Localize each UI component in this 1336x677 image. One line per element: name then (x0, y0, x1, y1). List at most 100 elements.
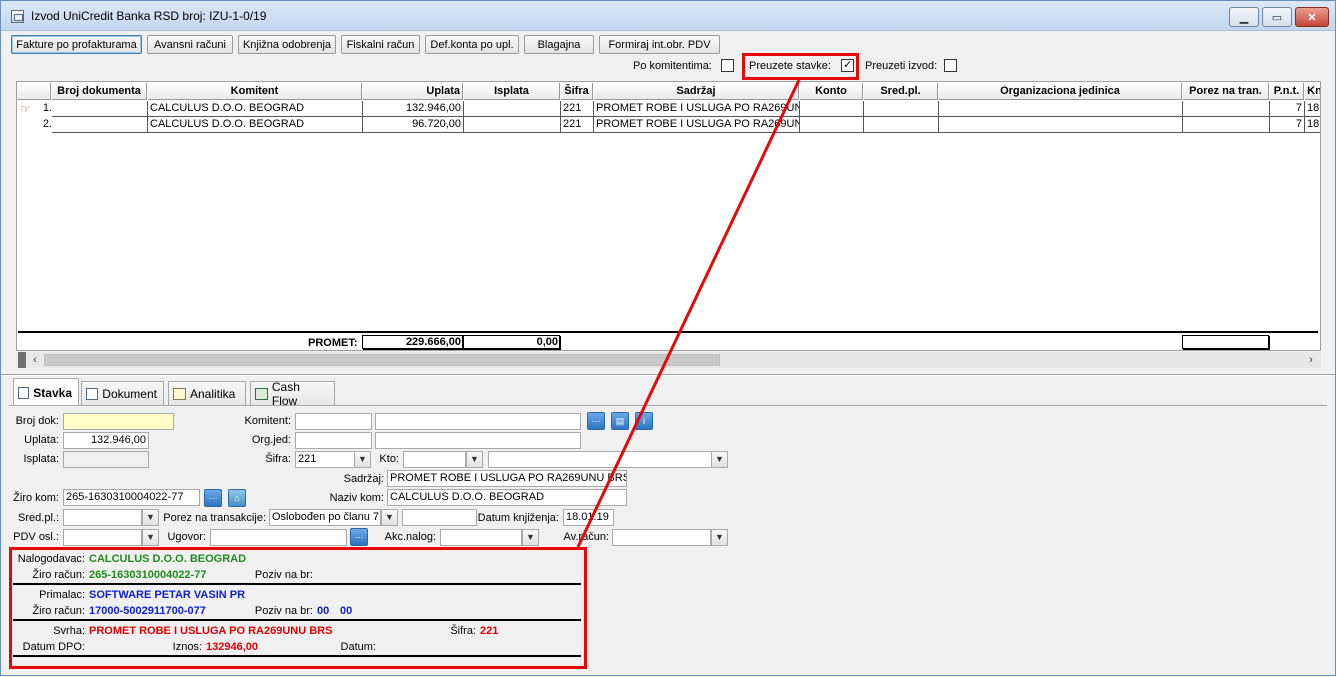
tab-cash-flow[interactable]: Cash Flow (250, 380, 335, 408)
chevron-down-icon[interactable]: ▼ (142, 509, 159, 526)
col-header-porez-na-tran[interactable]: Porez na tran. (1183, 83, 1269, 100)
komitent-code-input[interactable] (295, 413, 372, 430)
broj-dok-label: Broj dok: (15, 415, 59, 427)
cell-broj[interactable] (52, 101, 148, 117)
preuzeti-izvod-checkbox[interactable] (944, 59, 957, 72)
ugovor-lookup-icon[interactable]: ⋯ (350, 528, 368, 546)
cell-org-jed[interactable] (939, 101, 1183, 117)
knjizna-odobrenja-button[interactable]: Knjižna odobrenja (238, 35, 336, 54)
col-header-sred-pl[interactable]: Sred.pl. (864, 83, 938, 100)
cell-komitent[interactable]: CALCULUS D.O.O. BEOGRAD (148, 117, 363, 133)
def-konta-button[interactable]: Def.konta po upl. (425, 35, 519, 54)
cell-broj[interactable] (52, 117, 148, 133)
cell-isplata[interactable] (464, 101, 561, 117)
cell-porez[interactable] (1183, 117, 1270, 133)
splitter[interactable] (1, 374, 1335, 376)
cell-sred-pl[interactable] (864, 101, 939, 117)
sadrzaj-label: Sadržaj: (343, 473, 384, 485)
tab-stavka[interactable]: Stavka (13, 378, 79, 406)
sifra-select[interactable]: 221 (295, 451, 355, 468)
cell-uplata[interactable]: 96.720,00 (363, 117, 464, 133)
porez-extra-input[interactable] (402, 509, 477, 526)
komitent-info-icon[interactable]: i (635, 412, 653, 430)
sifra-label: Šifra: (265, 453, 291, 465)
ugovor-input[interactable] (210, 529, 347, 546)
cell-sifra[interactable]: 221 (561, 117, 594, 133)
cell-komitent[interactable]: CALCULUS D.O.O. BEOGRAD (148, 101, 363, 117)
org-jed-name-input[interactable] (375, 432, 581, 449)
cell-sadrzaj[interactable]: PROMET ROBE I USLUGA PO RA269UNU BR (594, 117, 800, 133)
sred-pl-label: Sred.pl.: (18, 512, 59, 524)
fiskalni-racun-button[interactable]: Fiskalni račun (341, 35, 420, 54)
blagajna-button[interactable]: Blagajna (524, 35, 594, 54)
cell-isplata[interactable] (464, 117, 561, 133)
chevron-down-icon[interactable]: ▼ (711, 451, 728, 468)
kto-name-input[interactable] (488, 451, 712, 468)
naziv-kom-input[interactable]: CALCULUS D.O.O. BEOGRAD (387, 489, 627, 506)
bank-icon[interactable]: ⌂ (228, 489, 246, 507)
cell-sadrzaj[interactable]: PROMET ROBE I USLUGA PO RA269UNU BR (594, 101, 800, 117)
col-header-sadrzaj[interactable]: Sadržaj (594, 83, 799, 100)
datum-knjizenja-input[interactable]: 18.01.19 (563, 509, 614, 526)
kto-code-input[interactable] (403, 451, 466, 468)
broj-dok-input[interactable] (63, 413, 174, 430)
po-komitentima-checkbox[interactable] (721, 59, 734, 72)
cell-kn[interactable]: 18. (1305, 117, 1320, 133)
cell-konto[interactable] (800, 101, 864, 117)
scroll-thumb[interactable] (44, 354, 720, 366)
minimize-button[interactable]: ▁ (1229, 7, 1259, 27)
cell-porez[interactable] (1183, 101, 1270, 117)
col-header-konto[interactable]: Konto (800, 83, 863, 100)
scroll-right-arrow-icon[interactable]: › (1303, 352, 1319, 368)
chevron-down-icon[interactable]: ▼ (142, 529, 159, 546)
formiraj-pdv-button[interactable]: Formiraj int.obr. PDV (599, 35, 720, 54)
cell-org-jed[interactable] (939, 117, 1183, 133)
sadrzaj-input[interactable]: PROMET ROBE I USLUGA PO RA269UNU BRS (387, 470, 627, 487)
cell-sifra[interactable]: 221 (561, 101, 594, 117)
ziro-kom-input[interactable]: 265-1630310004022-77 (63, 489, 200, 506)
col-header-organizaciona-jedinica[interactable]: Organizaciona jedinica (939, 83, 1182, 100)
sred-pl-select[interactable] (63, 509, 142, 526)
komitent-card-icon[interactable]: ▤ (611, 412, 629, 430)
cell-pnt[interactable]: 7 (1270, 117, 1305, 133)
pdv-osl-select[interactable] (63, 529, 142, 546)
akc-nalog-select[interactable] (440, 529, 522, 546)
col-header-isplata[interactable]: Isplata (464, 83, 560, 100)
col-header-sifra[interactable]: Šifra (561, 83, 593, 100)
col-header-broj-dokumenta[interactable]: Broj dokumenta (52, 83, 147, 100)
col-header-komitent[interactable]: Komitent (148, 83, 362, 100)
col-header-kn[interactable]: Kn (1305, 83, 1320, 100)
col-header-uplata[interactable]: Uplata (363, 83, 463, 100)
uplata-input[interactable]: 132.946,00 (63, 432, 149, 449)
stavke-grid[interactable]: Broj dokumenta Komitent Uplata Isplata Š… (16, 81, 1321, 351)
col-header-pnt[interactable]: P.n.t. (1270, 83, 1304, 100)
maximize-button[interactable]: ▭ (1262, 7, 1292, 27)
cell-kn[interactable]: 18. (1305, 101, 1320, 117)
cell-pnt[interactable]: 7 (1270, 101, 1305, 117)
chevron-down-icon[interactable]: ▼ (711, 529, 728, 546)
grid-horizontal-scrollbar[interactable]: ‹ › (18, 352, 1321, 368)
ziro-lookup-icon[interactable]: ⋯ (204, 489, 222, 507)
org-jed-code-input[interactable] (295, 432, 372, 449)
chevron-down-icon[interactable]: ▼ (522, 529, 539, 546)
table-row[interactable]: 2. (18, 117, 52, 133)
porez-na-transakcije-select[interactable]: Oslobođen po članu 7 (269, 509, 381, 526)
pdv-osl-label: PDV osl.: (13, 531, 59, 543)
isplata-input[interactable] (63, 451, 149, 468)
tab-analitika[interactable]: Analitika (168, 381, 246, 405)
close-button[interactable]: ✕ (1295, 7, 1329, 27)
komitent-lookup-icon[interactable]: ⋯ (587, 412, 605, 430)
avansni-racuni-button[interactable]: Avansni računi (147, 35, 233, 54)
chevron-down-icon[interactable]: ▼ (381, 509, 398, 526)
chevron-down-icon[interactable]: ▼ (354, 451, 371, 468)
fakture-po-profakturama-button[interactable]: Fakture po profakturama (11, 35, 142, 54)
tab-dokument[interactable]: Dokument (81, 381, 164, 405)
cell-sred-pl[interactable] (864, 117, 939, 133)
table-row[interactable]: ☞ 1. (18, 101, 52, 117)
av-racun-select[interactable] (612, 529, 711, 546)
cell-konto[interactable] (800, 117, 864, 133)
scroll-left-arrow-icon[interactable]: ‹ (27, 352, 43, 368)
cell-uplata[interactable]: 132.946,00 (363, 101, 464, 117)
chevron-down-icon[interactable]: ▼ (466, 451, 483, 468)
komitent-name-input[interactable] (375, 413, 581, 430)
